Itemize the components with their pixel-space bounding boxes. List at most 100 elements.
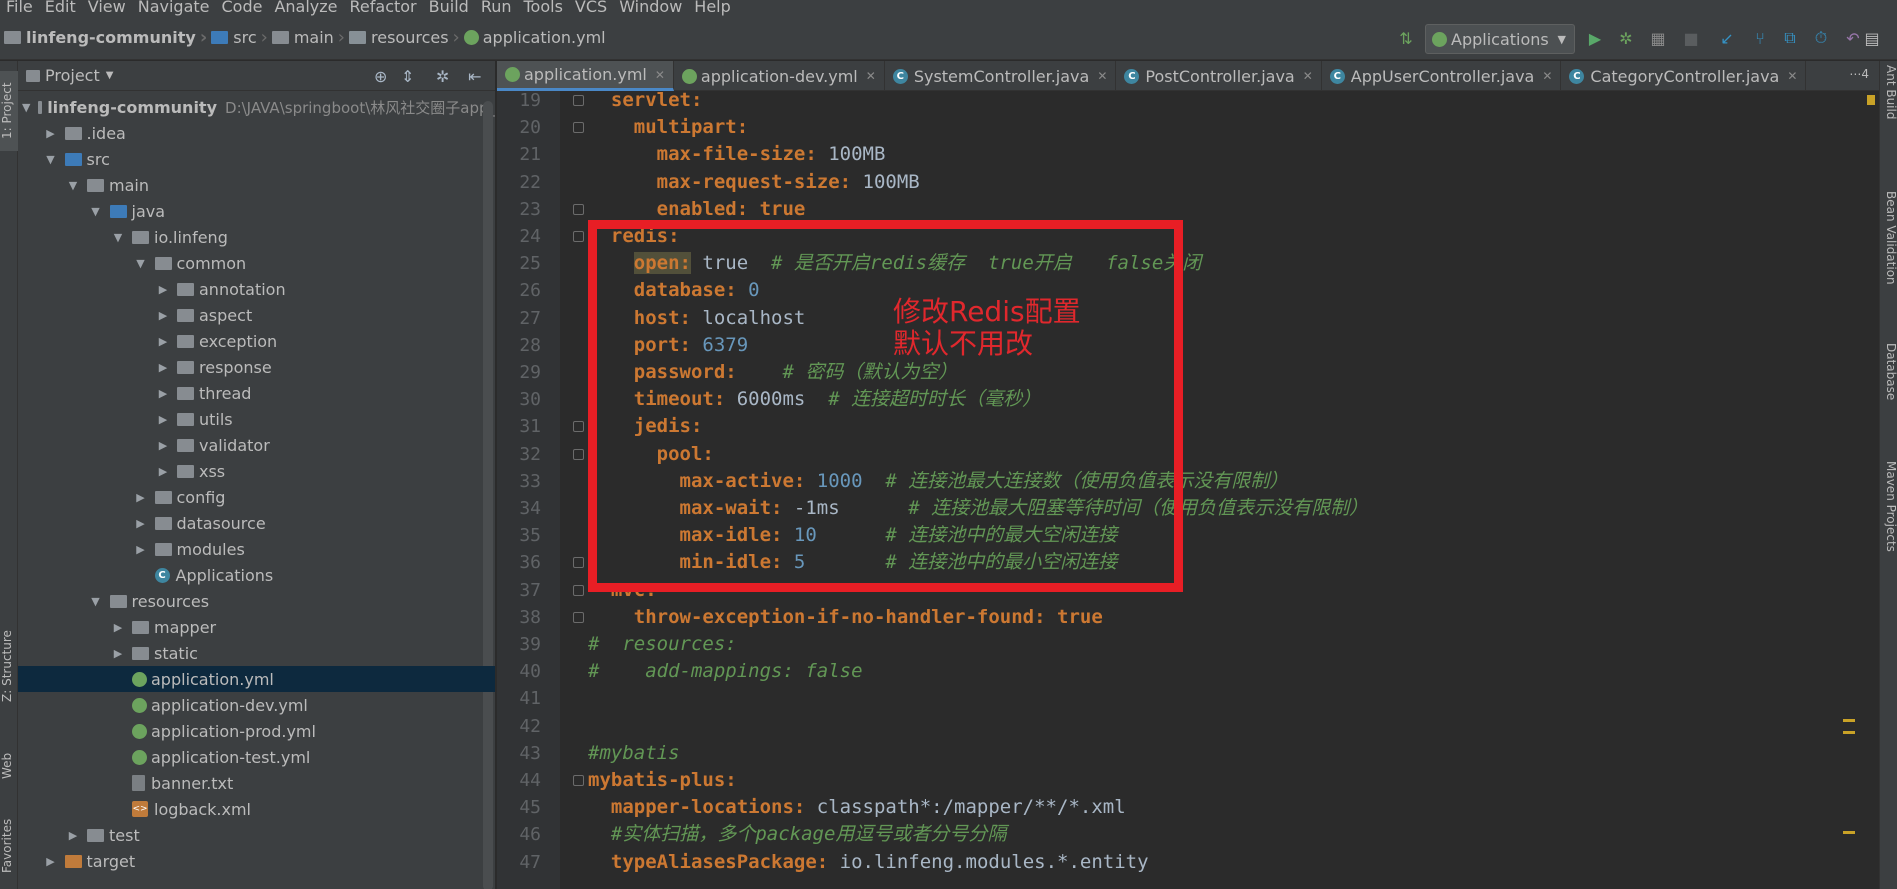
chevron-right-icon[interactable]: ▶	[67, 829, 79, 842]
hide-panel-icon[interactable]: ⇤	[468, 67, 481, 86]
breadcrumb-item[interactable]: main ›	[271, 27, 349, 48]
code-line[interactable]: #实体扫描，多个package用逗号或者分号分隔	[588, 821, 1007, 848]
close-icon[interactable]: ✕	[655, 68, 665, 82]
menu-item-build[interactable]: Build	[423, 0, 475, 16]
code-line[interactable]: # add-mappings: false	[588, 658, 863, 685]
tree-item[interactable]: ▶ aspect	[18, 302, 495, 328]
project-panel-title[interactable]: Project	[45, 66, 100, 85]
tree-item[interactable]: ▶ validator	[18, 432, 495, 458]
fold-marker-icon[interactable]	[573, 421, 584, 433]
tree-item[interactable]: ▼ java	[18, 198, 495, 224]
fold-marker-icon[interactable]	[573, 611, 584, 623]
tree-item[interactable]: application-dev.yml	[18, 692, 495, 718]
close-icon[interactable]: ✕	[1303, 69, 1313, 83]
tool-tab-favorites[interactable]: Favorites	[0, 811, 18, 881]
tree-item[interactable]: ▶ .idea	[18, 120, 495, 146]
tree-item[interactable]: ▶ test	[18, 822, 495, 848]
chevron-right-icon[interactable]: ▶	[157, 361, 169, 374]
breadcrumb-item[interactable]: application.yml	[463, 28, 606, 47]
tool-tab-structure[interactable]: Z: Structure	[0, 621, 18, 711]
menu-item-refactor[interactable]: Refactor	[344, 0, 423, 16]
code-line[interactable]: throw-exception-if-no-handler-found: tru…	[588, 604, 1103, 631]
chevron-right-icon[interactable]: ▶	[135, 491, 147, 504]
tree-item[interactable]: ▶ config	[18, 484, 495, 510]
close-icon[interactable]: ✕	[1097, 69, 1107, 83]
tree-item[interactable]: ▼ common	[18, 250, 495, 276]
tool-tab-maven-projects[interactable]: Maven Projects	[1882, 461, 1897, 591]
vcs-history-icon[interactable]: ⏱	[1811, 28, 1831, 48]
fold-marker-icon[interactable]	[573, 122, 584, 134]
code-line[interactable]: mybatis-plus:	[588, 767, 737, 794]
warning-marker[interactable]	[1867, 95, 1875, 105]
tool-tab-web[interactable]: Web	[0, 741, 18, 791]
tree-item[interactable]: ▶ target	[18, 848, 495, 874]
close-icon[interactable]: ✕	[1787, 69, 1797, 83]
tool-tab-ant-build[interactable]: Ant Build	[1882, 65, 1897, 145]
tabs-overflow-button[interactable]: ⋯4	[1849, 67, 1869, 81]
chevron-right-icon[interactable]: ▶	[45, 127, 57, 140]
tree-item[interactable]: ▶ annotation	[18, 276, 495, 302]
tree-item[interactable]: application.yml	[18, 666, 495, 692]
chevron-down-icon[interactable]: ▼	[90, 205, 102, 218]
fold-marker-icon[interactable]	[573, 557, 584, 569]
chevron-down-icon[interactable]: ▼	[22, 101, 30, 114]
chevron-down-icon[interactable]: ▼	[45, 153, 57, 166]
chevron-right-icon[interactable]: ▶	[157, 439, 169, 452]
tree-item[interactable]: ▶ thread	[18, 380, 495, 406]
tool-tab-bean-validation[interactable]: Bean Validation	[1882, 191, 1897, 321]
code-line[interactable]: mapper-locations: classpath*:/mapper/**/…	[588, 794, 1126, 821]
vcs-compare-icon[interactable]: ⧉	[1780, 28, 1800, 48]
tree-item[interactable]: ▼ main	[18, 172, 495, 198]
tree-root[interactable]: ▼ linfeng-community D:\JAVA\springboot\林…	[18, 94, 495, 120]
editor-tab[interactable]: C AppUserController.java ✕	[1322, 61, 1562, 91]
revert-icon[interactable]: ↶	[1843, 28, 1863, 48]
tree-item[interactable]: ▶ mapper	[18, 614, 495, 640]
editor-tab[interactable]: C PostController.java ✕	[1116, 61, 1322, 91]
menu-item-edit[interactable]: Edit	[39, 0, 82, 16]
code-line[interactable]: # resources:	[588, 631, 737, 658]
tree-item[interactable]: ▶ static	[18, 640, 495, 666]
code-line[interactable]: #mybatis	[588, 740, 680, 767]
tree-item[interactable]: ▶ utils	[18, 406, 495, 432]
code-line[interactable]: typeAliasesPackage: io.linfeng.modules.*…	[588, 849, 1149, 876]
chevron-right-icon[interactable]: ▶	[112, 621, 124, 634]
code-line[interactable]: servlet:	[588, 91, 703, 114]
coverage-icon[interactable]: ▦	[1648, 28, 1668, 48]
menu-item-view[interactable]: View	[82, 0, 132, 16]
project-structure-icon[interactable]: ▤	[1862, 28, 1882, 48]
gear-icon[interactable]: ✲	[436, 67, 449, 86]
tree-item[interactable]: <> logback.xml	[18, 796, 495, 822]
chevron-down-icon[interactable]: ▼	[90, 595, 102, 608]
fold-marker-icon[interactable]	[573, 448, 584, 460]
breadcrumb-item[interactable]: linfeng-community ›	[4, 27, 211, 48]
menu-item-navigate[interactable]: Navigate	[132, 0, 216, 16]
menu-item-analyze[interactable]: Analyze	[268, 0, 343, 16]
vcs-update-icon[interactable]: ↙	[1717, 28, 1737, 48]
fold-marker-icon[interactable]	[573, 203, 584, 215]
tool-tab-database[interactable]: Database	[1882, 343, 1897, 423]
close-icon[interactable]: ✕	[1542, 69, 1552, 83]
tree-item[interactable]: ▼ io.linfeng	[18, 224, 495, 250]
code-line[interactable]: max-file-size: 100MB	[588, 141, 886, 168]
chevron-right-icon[interactable]: ▶	[135, 543, 147, 556]
menu-item-code[interactable]: Code	[216, 0, 269, 16]
chevron-down-icon[interactable]: ▼	[67, 179, 79, 192]
menu-item-run[interactable]: Run	[475, 0, 518, 16]
editor-tab[interactable]: C SystemController.java ✕	[885, 61, 1117, 91]
chevron-right-icon[interactable]: ▶	[157, 309, 169, 322]
chevron-right-icon[interactable]: ▶	[157, 283, 169, 296]
menu-item-tools[interactable]: Tools	[518, 0, 569, 16]
change-marker[interactable]	[1843, 831, 1855, 834]
fold-marker-icon[interactable]	[573, 584, 584, 596]
menu-item-help[interactable]: Help	[688, 0, 736, 16]
change-marker[interactable]	[1843, 731, 1855, 734]
chevron-right-icon[interactable]: ▶	[157, 335, 169, 348]
tree-item[interactable]: application-test.yml	[18, 744, 495, 770]
fold-marker-icon[interactable]	[573, 231, 584, 242]
code-line[interactable]: enabled: true	[588, 196, 806, 223]
tree-item[interactable]: banner.txt	[18, 770, 495, 796]
build-icon[interactable]: ⇅	[1396, 28, 1416, 48]
locate-icon[interactable]: ⊕	[374, 67, 387, 86]
collapse-all-icon[interactable]: ⇕	[401, 67, 414, 86]
fold-marker-icon[interactable]	[573, 775, 584, 786]
